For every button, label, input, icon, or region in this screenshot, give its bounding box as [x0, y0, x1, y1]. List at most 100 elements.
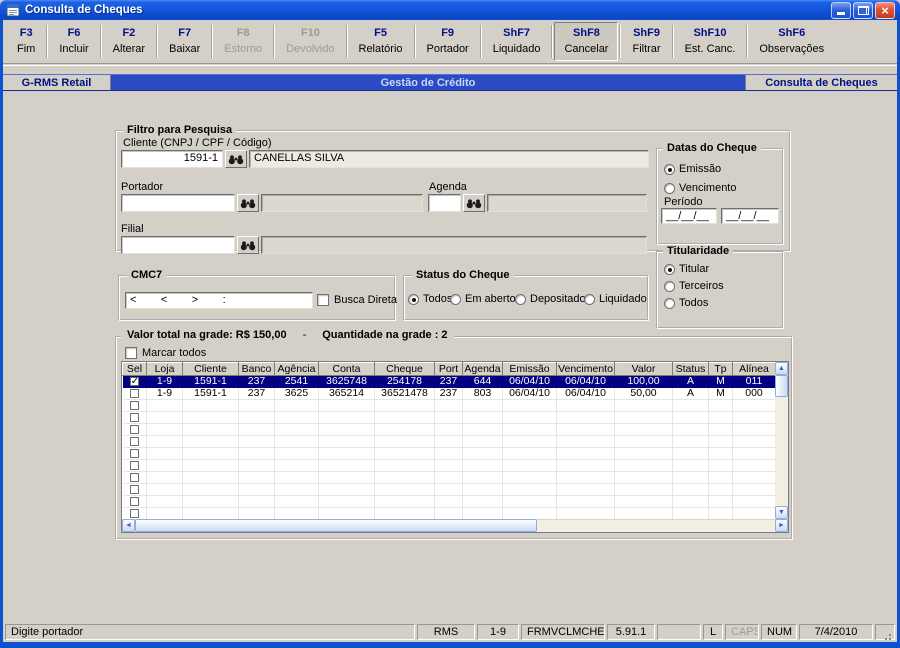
periodo-ate-input[interactable]: __/__/__	[721, 208, 779, 224]
toolbar-liquidado[interactable]: ShF7 Liquidado	[483, 22, 551, 61]
table-row-empty[interactable]	[122, 447, 776, 460]
col-banco[interactable]: Banco	[238, 362, 275, 376]
col-vencimento[interactable]: Vencimento	[556, 362, 615, 376]
col-cliente[interactable]: Cliente	[182, 362, 239, 376]
restore-icon	[857, 5, 869, 15]
row-checkbox[interactable]	[129, 460, 139, 470]
col-agencia[interactable]: Agência	[274, 362, 319, 376]
col-alinea[interactable]: Alínea	[732, 362, 776, 376]
agenda-search-button[interactable]	[463, 194, 485, 212]
titlebar[interactable]: Consulta de Cheques ×	[0, 0, 900, 20]
scroll-right-button[interactable]: ►	[775, 519, 788, 532]
table-row-empty[interactable]	[122, 507, 776, 520]
horizontal-scroll-thumb[interactable]	[135, 519, 537, 532]
toolbar-baixar[interactable]: F7 Baixar	[159, 22, 210, 61]
toolbar-est-canc[interactable]: ShF10 Est. Canc.	[675, 22, 746, 61]
toolbar-separator	[46, 25, 49, 58]
radio-titularidade-todos[interactable]: Todos	[664, 297, 708, 309]
col-conta[interactable]: Conta	[318, 362, 375, 376]
col-port[interactable]: Port	[434, 362, 463, 376]
col-valor[interactable]: Valor	[614, 362, 673, 376]
table-row-empty[interactable]	[122, 459, 776, 472]
table-row[interactable]: 1-9 1591-1 237 2541 3625748 254178 237 6…	[122, 375, 776, 388]
col-loja[interactable]: Loja	[146, 362, 183, 376]
row-checkbox[interactable]	[129, 400, 139, 410]
col-cheque[interactable]: Cheque	[374, 362, 435, 376]
table-row-empty[interactable]	[122, 471, 776, 484]
col-emissao[interactable]: Emissão	[502, 362, 557, 376]
radio-vencimento[interactable]: Vencimento	[664, 182, 736, 194]
binoculars-icon	[240, 240, 256, 250]
cmc7-input[interactable]: < < > :	[125, 292, 313, 309]
busca-direta-checkbox[interactable]: Busca Direta	[317, 294, 397, 306]
scroll-down-button[interactable]: ▼	[775, 506, 788, 519]
periodo-label: Período	[664, 196, 703, 208]
row-checkbox[interactable]	[129, 388, 139, 398]
col-status[interactable]: Status	[672, 362, 709, 376]
status-num: NUM	[761, 624, 797, 640]
grid-vertical-scrollbar[interactable]: ▲ ▼	[775, 362, 788, 519]
table-row[interactable]: 1-9 1591-1 237 3625 365214 36521478 237 …	[122, 387, 776, 400]
cliente-code-input[interactable]: 1591-1	[121, 150, 223, 168]
filial-search-button[interactable]	[237, 236, 259, 254]
row-checkbox[interactable]	[129, 472, 139, 482]
grid-horizontal-scrollbar[interactable]: ◄ ►	[122, 519, 788, 532]
radio-status-todos[interactable]: Todos	[408, 293, 452, 305]
toolbar-relatorio[interactable]: F5 Relatório	[349, 22, 413, 61]
table-row-empty[interactable]	[122, 435, 776, 448]
agenda-name-field	[487, 194, 647, 212]
status-date: 7/4/2010	[799, 624, 873, 640]
row-checkbox[interactable]	[129, 424, 139, 434]
col-sel[interactable]: Sel	[122, 362, 147, 376]
row-checkbox[interactable]	[129, 412, 139, 422]
statusbar: Digite portador RMS 1-9 FRMVCLMCHEQ 5.91…	[3, 622, 897, 642]
table-row-empty[interactable]	[122, 483, 776, 496]
radio-status-depositado[interactable]: Depositado	[515, 293, 586, 305]
radio-status-liquidado[interactable]: Liquidado	[584, 293, 647, 305]
marcar-todos-checkbox[interactable]: Marcar todos	[125, 347, 206, 359]
portador-input[interactable]	[121, 194, 235, 212]
radio-status-em-aberto[interactable]: Em aberto	[450, 293, 516, 305]
toolbar-alterar[interactable]: F2 Alterar	[103, 22, 155, 61]
toolbar-cancelar[interactable]: ShF8 Cancelar	[554, 22, 619, 61]
table-row-empty[interactable]	[122, 495, 776, 508]
filial-input[interactable]	[121, 236, 235, 254]
radio-terceiros[interactable]: Terceiros	[664, 280, 724, 292]
toolbar-portador[interactable]: F9 Portador	[417, 22, 479, 61]
table-row-empty[interactable]	[122, 423, 776, 436]
scroll-left-button[interactable]: ◄	[122, 519, 135, 532]
toolbar-observacoes[interactable]: ShF6 Observações	[749, 22, 834, 61]
row-checkbox[interactable]	[129, 496, 139, 506]
app-window: Consulta de Cheques × F3 Fim F6 Incluir F2…	[0, 0, 900, 648]
radio-titular[interactable]: Titular	[664, 263, 709, 275]
portador-search-button[interactable]	[237, 194, 259, 212]
row-checkbox[interactable]	[129, 508, 139, 518]
toolbar-fim[interactable]: F3 Fim	[7, 22, 45, 61]
row-checkbox[interactable]	[129, 484, 139, 494]
row-checkbox[interactable]	[129, 448, 139, 458]
toolbar-filtrar[interactable]: ShF9 Filtrar	[622, 22, 670, 61]
restore-button[interactable]	[853, 1, 873, 19]
filial-label: Filial	[121, 223, 144, 235]
periodo-de-input[interactable]: __/__/__	[661, 208, 717, 224]
agenda-input[interactable]	[428, 194, 461, 212]
col-agenda[interactable]: Agenda	[462, 362, 503, 376]
status-lang: L	[703, 624, 723, 640]
vertical-scroll-thumb[interactable]	[775, 375, 788, 397]
radio-emissao[interactable]: Emissão	[664, 163, 721, 175]
close-button[interactable]: ×	[875, 1, 895, 19]
toolbar-incluir[interactable]: F6 Incluir	[49, 22, 98, 61]
table-row-empty[interactable]	[122, 399, 776, 412]
main-area: Filtro para Pesquisa Cliente (CNPJ / CPF…	[3, 91, 897, 622]
scroll-up-button[interactable]: ▲	[775, 362, 788, 375]
minimize-button[interactable]	[831, 1, 851, 19]
resize-grip[interactable]	[875, 624, 895, 640]
cliente-search-button[interactable]	[225, 150, 247, 168]
col-tp[interactable]: Tp	[708, 362, 733, 376]
window-border-left	[0, 20, 3, 648]
table-row-empty[interactable]	[122, 411, 776, 424]
row-checkbox[interactable]	[129, 436, 139, 446]
row-checkbox[interactable]	[129, 376, 139, 387]
portador-name-field	[261, 194, 423, 212]
function-toolbar: F3 Fim F6 Incluir F2 Alterar F7 Baixar F8 Est…	[3, 20, 897, 63]
